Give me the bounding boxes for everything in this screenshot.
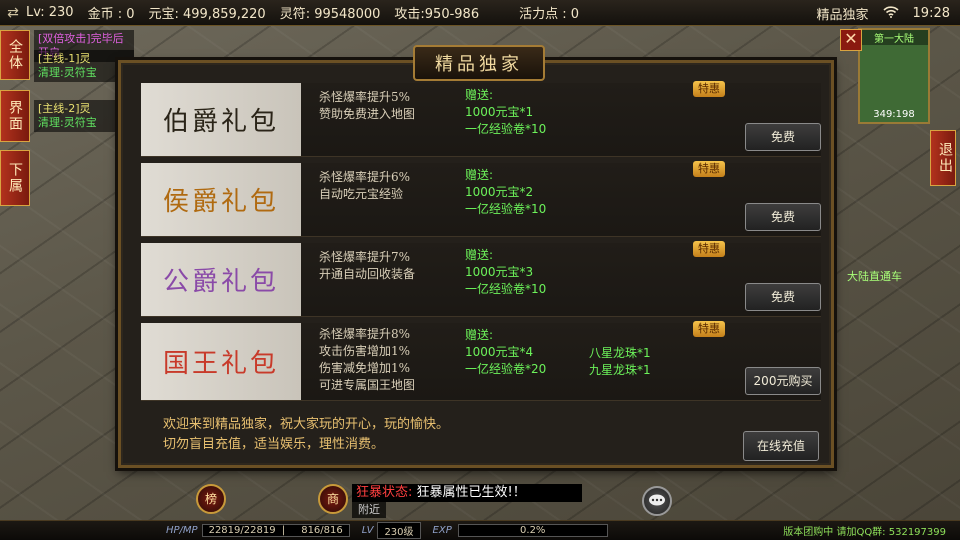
package-effects: 杀怪爆率提升5% 赞助免费进入地图 (319, 89, 415, 123)
hp-mp-values: 22819/22819 | 816/816 (201, 524, 350, 537)
attack-stat: 攻击:950-986 (394, 7, 480, 22)
quest-desc: 清理:灵符宝 (38, 116, 97, 129)
top-status-bar: ⇄ Lv: 230 金币 : 0 元宝: 499,859,220 灵符: 995… (0, 0, 960, 26)
gift-line: 一亿经验卷*20 (465, 362, 547, 376)
quest-desc: 清理:灵符宝 (38, 66, 97, 79)
dialog-title: 精品独家 (435, 54, 523, 75)
tab-subordinate[interactable]: 下属 (0, 150, 30, 206)
promo-text: 版本团购中 请加QQ群: 532197399 (783, 527, 946, 538)
free-button[interactable]: 免费 (745, 283, 821, 311)
package-effects: 杀怪爆率提升8% 攻击伤害增加1% 伤害减免增加1% 可进专属国王地图 (319, 326, 415, 394)
lingfu-stat: 灵符: 99548000 (279, 7, 381, 22)
tab-interface[interactable]: 界面 (0, 90, 30, 142)
lv-value: 230级 (377, 522, 421, 539)
clock-time: 19:28 (912, 6, 950, 21)
exp-bar: 0.2% (457, 524, 608, 537)
exit-button[interactable]: 退出 (930, 130, 956, 186)
gift-line: 一亿经验卷*10 (465, 122, 547, 136)
exp-label: EXP (432, 525, 452, 536)
buy-button[interactable]: 200元购买 (745, 367, 821, 395)
effect-line: 伤害减免增加1% (319, 361, 411, 375)
gift-label: 赠送: (465, 88, 494, 102)
bottom-status-bar: HP/MP 22819/22819 | 816/816 LV 230级 EXP … (0, 520, 960, 540)
hp-value: 22819/22819 (208, 525, 276, 536)
rage-status: 狂暴状态: 狂暴属性已生效!！ (352, 484, 582, 502)
chat-area: 狂暴状态: 狂暴属性已生效!！ 附近 (352, 484, 582, 520)
package-row-count: 伯爵礼包 杀怪爆率提升5% 赞助免费进入地图 赠送: 1000元宝*1 一亿经验… (141, 81, 821, 157)
effect-line: 赞助免费进入地图 (319, 107, 416, 121)
rage-label: 狂暴状态: (356, 485, 413, 500)
rage-text: 狂暴属性已生效!！ (416, 485, 526, 500)
free-button[interactable]: 免费 (745, 123, 821, 151)
effect-line: 杀怪爆率提升8% (319, 327, 411, 341)
gift-line: 九星龙珠*1 (589, 363, 651, 377)
nearby-tab[interactable]: 附近 (352, 502, 386, 518)
package-row-marquis: 侯爵礼包 杀怪爆率提升6% 自动吃元宝经验 赠送: 1000元宝*2 一亿经验卷… (141, 161, 821, 237)
title-right: 精品独家 (816, 8, 869, 23)
chat-icon[interactable] (642, 486, 672, 516)
free-button[interactable]: 免费 (745, 203, 821, 231)
discount-badge: 特惠 (693, 161, 725, 177)
package-effects: 杀怪爆率提升6% 自动吃元宝经验 (319, 169, 410, 203)
package-name: 伯爵礼包 (141, 83, 301, 156)
effect-line: 杀怪爆率提升7% (319, 250, 411, 264)
wifi-icon (882, 5, 899, 22)
vip-packages-dialog: 精品独家 伯爵礼包 杀怪爆率提升5% 赞助免费进入地图 赠送: 1000元宝*1… (118, 45, 834, 468)
effect-line: 杀怪爆率提升5% (319, 90, 411, 104)
package-gifts-extra: 八星龙珠*1 九星龙珠*1 (589, 345, 651, 379)
package-name: 侯爵礼包 (141, 163, 301, 236)
package-gifts: 赠送: 1000元宝*4 一亿经验卷*20 (465, 327, 546, 378)
package-gifts: 赠送: 1000元宝*3 一亿经验卷*10 (465, 247, 546, 298)
dialog-title-plate: 精品独家 (413, 45, 545, 81)
hp-label: HP/MP (166, 525, 198, 536)
welcome-line: 欢迎来到精品独家，祝大家玩的开心，玩的愉快。 (163, 417, 450, 432)
npc-label[interactable]: 大陆直通车 (847, 268, 902, 284)
level-stat: Lv: 230 (26, 5, 74, 20)
discount-badge: 特惠 (693, 81, 725, 97)
gift-label: 赠送: (465, 248, 494, 262)
gift-line: 一亿经验卷*10 (465, 202, 547, 216)
expand-icon[interactable]: ⇄ (0, 5, 26, 21)
gift-line: 一亿经验卷*10 (465, 282, 547, 296)
gift-line: 1000元宝*2 (465, 185, 534, 199)
mp-value: 816/816 (301, 525, 343, 536)
gold-stat: 金币 : 0 (87, 7, 135, 22)
discount-badge: 特惠 (693, 241, 725, 257)
effect-line: 可进专属国王地图 (319, 378, 416, 392)
package-name: 公爵礼包 (141, 243, 301, 316)
discount-badge: 特惠 (693, 321, 725, 337)
gift-line: 1000元宝*1 (465, 105, 534, 119)
package-gifts: 赠送: 1000元宝*1 一亿经验卷*10 (465, 87, 546, 138)
effect-line: 杀怪爆率提升6% (319, 170, 411, 184)
package-row-duke: 公爵礼包 杀怪爆率提升7% 开通自动回收装备 赠送: 1000元宝*3 一亿经验… (141, 241, 821, 317)
shop-button[interactable]: 商 (318, 484, 348, 514)
package-effects: 杀怪爆率提升7% 开通自动回收装备 (319, 249, 415, 283)
packages-panel: 伯爵礼包 杀怪爆率提升5% 赞助免费进入地图 赠送: 1000元宝*1 一亿经验… (141, 81, 821, 401)
activity-stat: 活力点 : 0 (519, 7, 580, 22)
gift-line: 1000元宝*3 (465, 265, 534, 279)
gift-label: 赠送: (465, 328, 494, 342)
minimap-coords: 349:198 (873, 109, 915, 120)
effect-line: 自动吃元宝经验 (319, 187, 404, 201)
yuanbao-stat: 元宝: 499,859,220 (148, 7, 266, 22)
quest-title: [主线-1]灵 (38, 52, 91, 65)
welcome-message: 欢迎来到精品独家，祝大家玩的开心，玩的愉快。 切勿盲目充值，适当娱乐，理性消费。 (163, 415, 449, 455)
package-gifts: 赠送: 1000元宝*2 一亿经验卷*10 (465, 167, 546, 218)
package-row-king: 国王礼包 杀怪爆率提升8% 攻击伤害增加1% 伤害减免增加1% 可进专属国王地图… (141, 321, 821, 401)
tab-all[interactable]: 全体 (0, 30, 30, 80)
effect-line: 攻击伤害增加1% (319, 344, 411, 358)
minimap[interactable]: 第一大陆 349:198 (858, 28, 930, 124)
gift-line: 1000元宝*4 (465, 345, 534, 359)
recharge-button[interactable]: 在线充值 (743, 431, 819, 461)
package-name: 国王礼包 (141, 323, 301, 400)
close-icon[interactable]: ✕ (840, 29, 862, 51)
minimap-title: 第一大陆 (860, 30, 928, 45)
welcome-line: 切勿盲目充值，适当娱乐，理性消费。 (163, 437, 385, 452)
quest-title: [主线-2]灵 (38, 102, 91, 115)
effect-line: 开通自动回收装备 (319, 267, 416, 281)
gift-label: 赠送: (465, 168, 494, 182)
lv-label: LV (361, 525, 374, 536)
gift-line: 八星龙珠*1 (589, 346, 651, 360)
rank-button[interactable]: 榜 (196, 484, 226, 514)
